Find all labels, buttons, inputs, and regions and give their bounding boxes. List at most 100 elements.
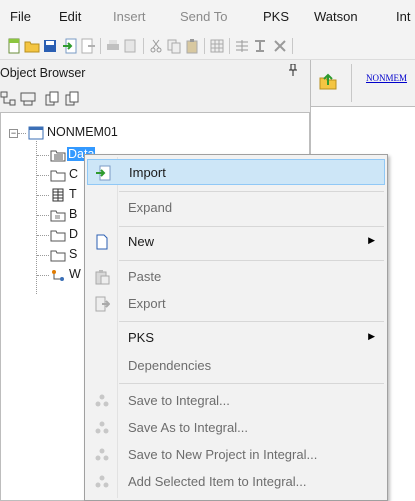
toolbar-separator bbox=[292, 38, 293, 54]
menu-item-dependencies[interactable]: Dependencies bbox=[87, 353, 385, 379]
tree-node-partial-label: T bbox=[69, 187, 77, 201]
tree-node-partial[interactable]: B bbox=[69, 207, 77, 221]
menu-item-export[interactable]: Export bbox=[87, 291, 385, 317]
tree-connector bbox=[37, 275, 49, 276]
menu-item-import-label: Import bbox=[129, 165, 166, 180]
menu-item-save-as-to-integral-label: Save As to Integral... bbox=[128, 420, 248, 435]
object-browser-toolbar bbox=[0, 86, 310, 112]
integral-icon bbox=[95, 448, 109, 461]
pin-icon[interactable] bbox=[289, 63, 297, 79]
collapse-expander-icon[interactable]: − bbox=[9, 129, 18, 138]
submenu-arrow-icon: ▶ bbox=[368, 235, 375, 245]
toolbar-separator bbox=[143, 38, 144, 54]
menu-separator bbox=[119, 226, 384, 227]
tree-connector bbox=[18, 133, 26, 134]
menu-pks[interactable]: PKS bbox=[263, 9, 289, 24]
menu-item-add-selected-to-integral-label: Add Selected Item to Integral... bbox=[128, 474, 307, 489]
paste-toolbar-icon[interactable] bbox=[184, 38, 200, 54]
document-header: NONMEM bbox=[311, 60, 415, 107]
menu-item-save-to-integral[interactable]: Save to Integral... bbox=[87, 388, 385, 414]
menu-item-add-selected-to-integral[interactable]: Add Selected Item to Integral... bbox=[87, 469, 385, 495]
tree-node-partial-label: B bbox=[69, 207, 78, 221]
menu-item-new-label: New bbox=[128, 234, 155, 249]
import-toolbar-icon[interactable] bbox=[62, 38, 78, 54]
menu-separator bbox=[119, 191, 384, 192]
tree-node-partial[interactable]: T bbox=[69, 187, 77, 201]
toolbar-separator bbox=[229, 38, 230, 54]
tree-connector bbox=[37, 175, 49, 176]
tree-node-partial-label: C bbox=[69, 167, 79, 181]
print-icon[interactable] bbox=[105, 38, 121, 54]
properties-icon[interactable] bbox=[44, 91, 60, 107]
menu-item-save-as-to-integral[interactable]: Save As to Integral... bbox=[87, 415, 385, 441]
data-folder-icon bbox=[50, 150, 66, 162]
box-folder-icon bbox=[50, 210, 66, 222]
integral-icon bbox=[95, 394, 109, 407]
menu-item-new[interactable]: New ▶ bbox=[87, 229, 385, 255]
tree-connector bbox=[37, 195, 49, 196]
open-folder-icon[interactable] bbox=[24, 38, 40, 54]
cut-icon[interactable] bbox=[148, 38, 164, 54]
new-icon[interactable] bbox=[6, 38, 22, 54]
menu-item-save-to-new-project-label: Save to New Project in Integral... bbox=[128, 447, 318, 462]
menu-watson[interactable]: Watson bbox=[314, 9, 358, 24]
export-icon bbox=[95, 296, 110, 312]
menu-integral[interactable]: Int bbox=[396, 9, 410, 24]
expand-tree-icon[interactable] bbox=[20, 91, 36, 107]
folder-icon bbox=[50, 230, 66, 242]
tree-icon[interactable] bbox=[252, 38, 268, 54]
tree-root-node[interactable]: NONMEM01 bbox=[47, 125, 118, 139]
export-toolbar-icon[interactable] bbox=[80, 38, 96, 54]
integral-icon bbox=[95, 421, 109, 434]
menu-item-save-to-new-project[interactable]: Save to New Project in Integral... bbox=[87, 442, 385, 468]
menu-insert[interactable]: Insert bbox=[113, 9, 146, 24]
tree-node-partial[interactable]: C bbox=[69, 167, 78, 181]
menu-item-pks[interactable]: PKS ▶ bbox=[87, 325, 385, 351]
menu-item-paste-label: Paste bbox=[128, 269, 162, 284]
header-separator bbox=[351, 64, 352, 102]
menu-separator bbox=[119, 321, 384, 322]
toolbar-separator bbox=[204, 38, 205, 54]
import-icon bbox=[96, 165, 111, 181]
tree-node-partial-label: S bbox=[69, 247, 78, 261]
context-menu: Import Expand New ▶ Paste Export PKS ▶ D… bbox=[84, 154, 388, 501]
tree-node-partial-label: W bbox=[69, 267, 81, 281]
print-preview-icon[interactable] bbox=[123, 38, 139, 54]
tree-connector bbox=[37, 215, 49, 216]
menu-edit[interactable]: Edit bbox=[59, 9, 81, 24]
menu-item-export-label: Export bbox=[128, 296, 166, 311]
save-icon[interactable] bbox=[42, 38, 58, 54]
menu-separator bbox=[119, 260, 384, 261]
folder-icon bbox=[50, 170, 66, 182]
menu-item-paste[interactable]: Paste bbox=[87, 264, 385, 290]
document-link[interactable]: NONMEM bbox=[366, 73, 407, 83]
menu-item-pks-label: PKS bbox=[128, 330, 155, 345]
menu-item-dependencies-label: Dependencies bbox=[128, 358, 212, 373]
workflow-icon bbox=[52, 270, 64, 281]
up-arrow-folder-icon[interactable] bbox=[319, 72, 337, 90]
grid-icon[interactable] bbox=[209, 38, 225, 54]
tree-node-partial[interactable]: D bbox=[69, 227, 78, 241]
table-icon bbox=[52, 188, 64, 202]
toolbar-separator bbox=[100, 38, 101, 54]
tree-node-partial[interactable]: W bbox=[69, 267, 81, 281]
tree-connector bbox=[36, 141, 37, 294]
tree-connector bbox=[37, 255, 49, 256]
tree-root-label: NONMEM01 bbox=[47, 125, 118, 139]
table-icon[interactable] bbox=[234, 38, 250, 54]
menu-item-import[interactable]: Import bbox=[87, 159, 385, 185]
menu-item-save-to-integral-label: Save to Integral... bbox=[128, 393, 230, 408]
integral-icon bbox=[95, 475, 109, 488]
copy-icon[interactable] bbox=[166, 38, 182, 54]
project-icon bbox=[28, 126, 44, 140]
menu-file[interactable]: File bbox=[10, 9, 31, 24]
menu-send-to[interactable]: Send To bbox=[180, 9, 227, 24]
delete-icon[interactable] bbox=[272, 38, 288, 54]
tree-node-partial[interactable]: S bbox=[69, 247, 77, 261]
refresh-view-icon[interactable] bbox=[64, 91, 80, 107]
menu-item-expand[interactable]: Expand bbox=[87, 195, 385, 221]
folder-icon bbox=[50, 250, 66, 262]
collapse-tree-icon[interactable] bbox=[0, 91, 16, 107]
menu-bar: File Edit Insert Send To PKS Watson Int bbox=[0, 0, 415, 33]
tree-connector bbox=[37, 235, 49, 236]
